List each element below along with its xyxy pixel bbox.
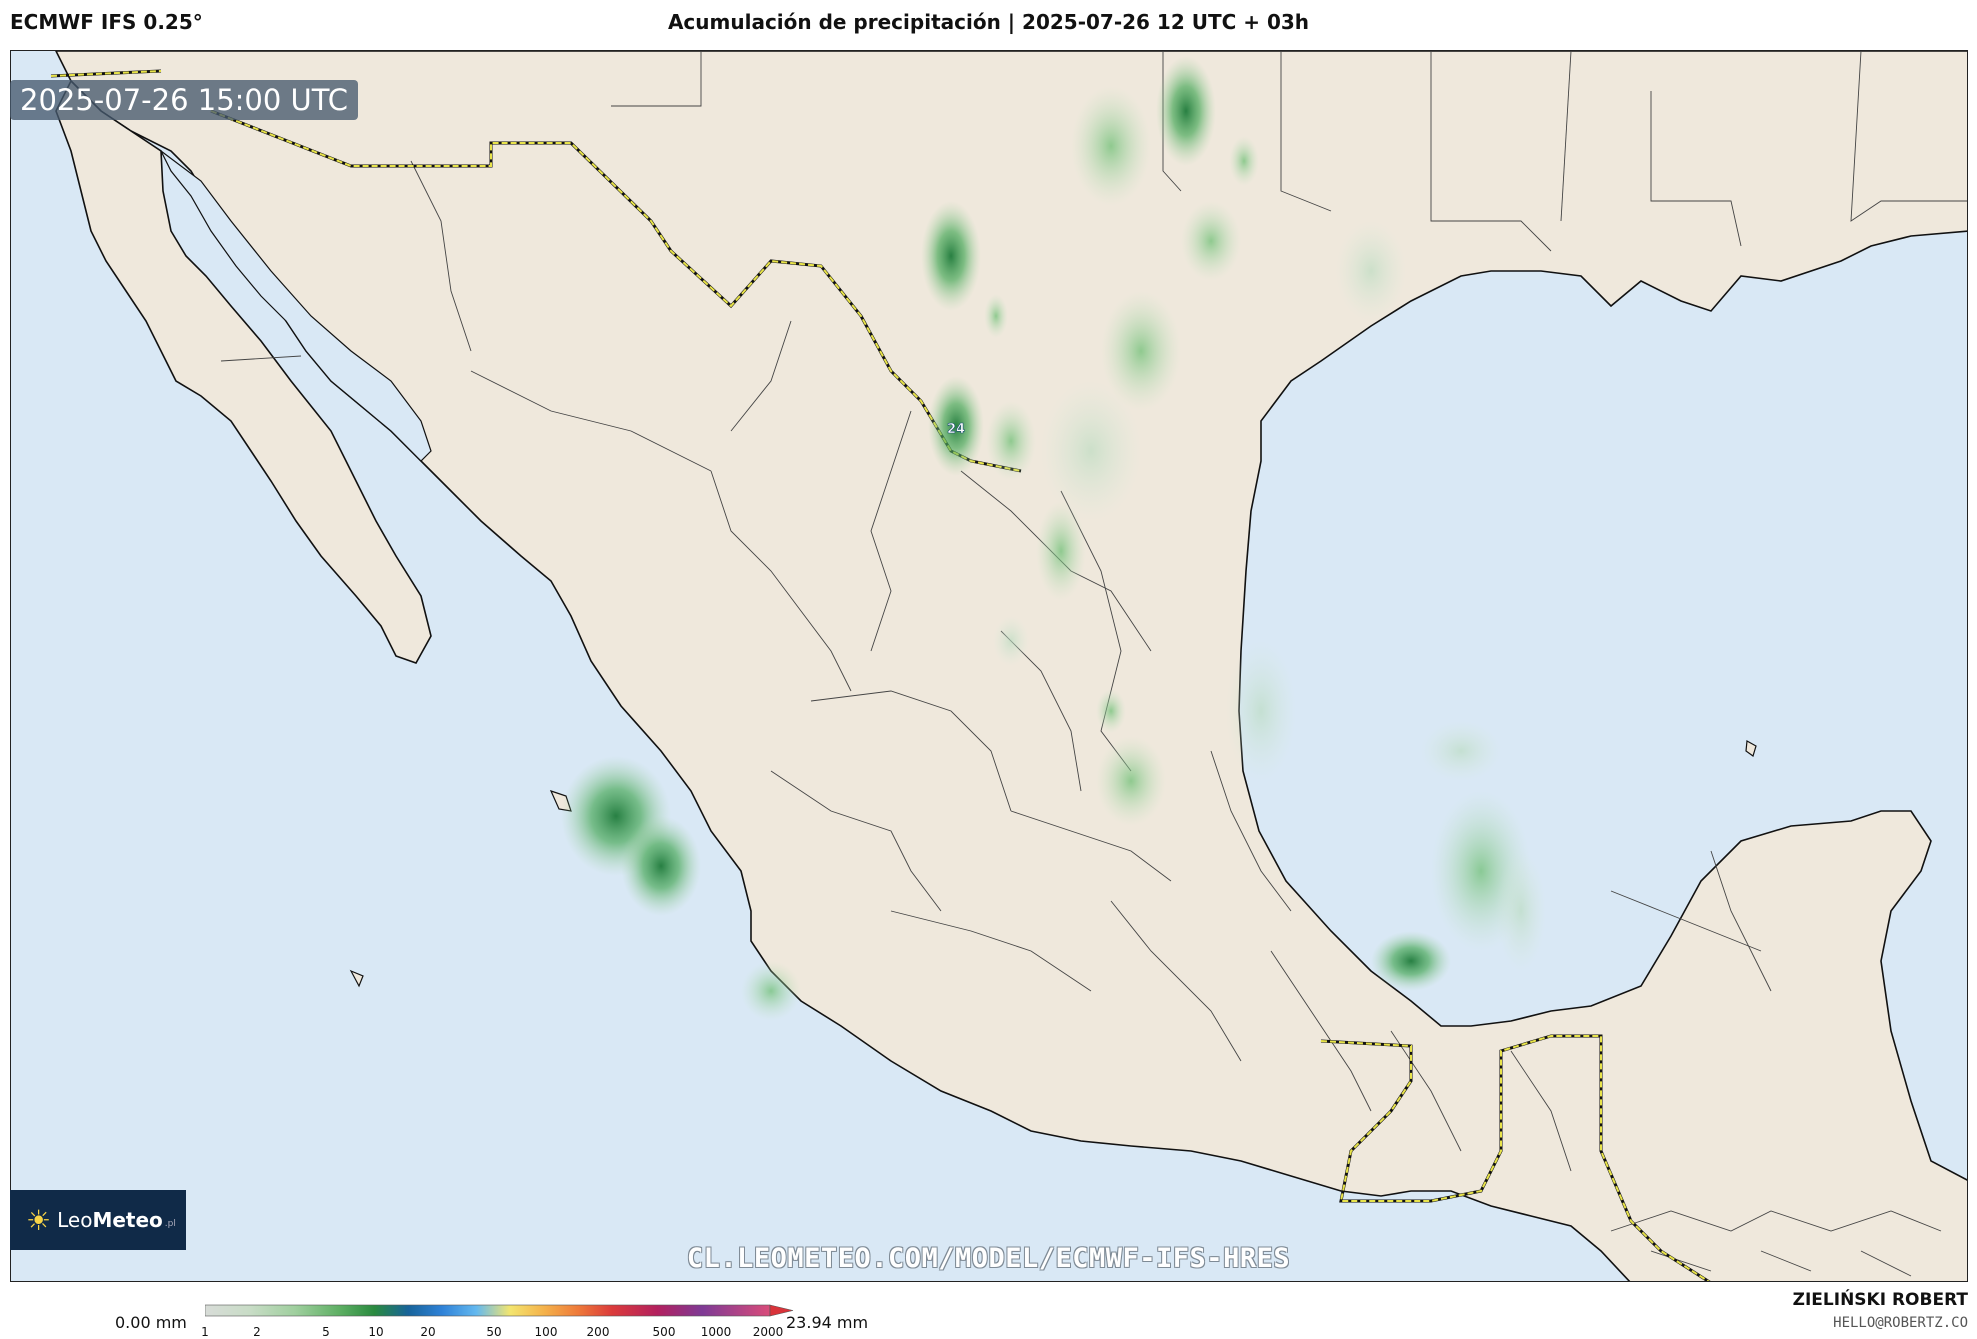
sun-icon: ☀ <box>26 1203 52 1237</box>
valid-time-label: 2025-07-26 15:00 UTC <box>10 80 359 120</box>
colorbar-tick: 100 <box>534 1325 558 1339</box>
author-name: ZIELIŃSKI ROBERT <box>1792 1290 1968 1310</box>
colorbar-tick: 500 <box>652 1325 676 1339</box>
colorbar-tick: 10 <box>368 1325 384 1339</box>
colorbar-tick: 1 <box>201 1325 209 1339</box>
author-email[interactable]: HELLO@ROBERTZ.CO <box>1833 1315 1968 1331</box>
leometeo-logo[interactable]: ☀ Leo Meteo .pl <box>10 1190 186 1250</box>
colorbar-tick: 2000 <box>752 1325 784 1339</box>
map-title: Acumulación de precipitación | 2025-07-2… <box>667 10 1310 34</box>
precipitation-map: 24 <box>50 51 1967 1281</box>
colorbar-tick: 2 <box>253 1325 261 1339</box>
max-precip-label: 24 <box>947 422 965 437</box>
colorbar-tick: 50 <box>486 1325 502 1339</box>
colorbar-tick: 200 <box>586 1325 610 1339</box>
logo-suffix: .pl <box>164 1219 176 1229</box>
colorbar-tick: 20 <box>420 1325 436 1339</box>
colorbar-min-label: 0.00 mm <box>115 1313 187 1332</box>
colorbar-max-label: 23.94 mm <box>786 1313 869 1332</box>
map-canvas[interactable]: 24 <box>10 50 1968 1282</box>
logo-text-bold: Meteo <box>92 1208 163 1232</box>
precip-colorbar <box>205 1304 794 1317</box>
colorbar-tick: 5 <box>322 1325 330 1339</box>
source-watermark: CL.LEOMETEO.COM/MODEL/ECMWF-IFS-HRES <box>686 1243 1291 1274</box>
land-mainland <box>55 51 1967 1281</box>
colorbar-tick: 1000 <box>700 1325 732 1339</box>
logo-text-light: Leo <box>57 1208 93 1232</box>
